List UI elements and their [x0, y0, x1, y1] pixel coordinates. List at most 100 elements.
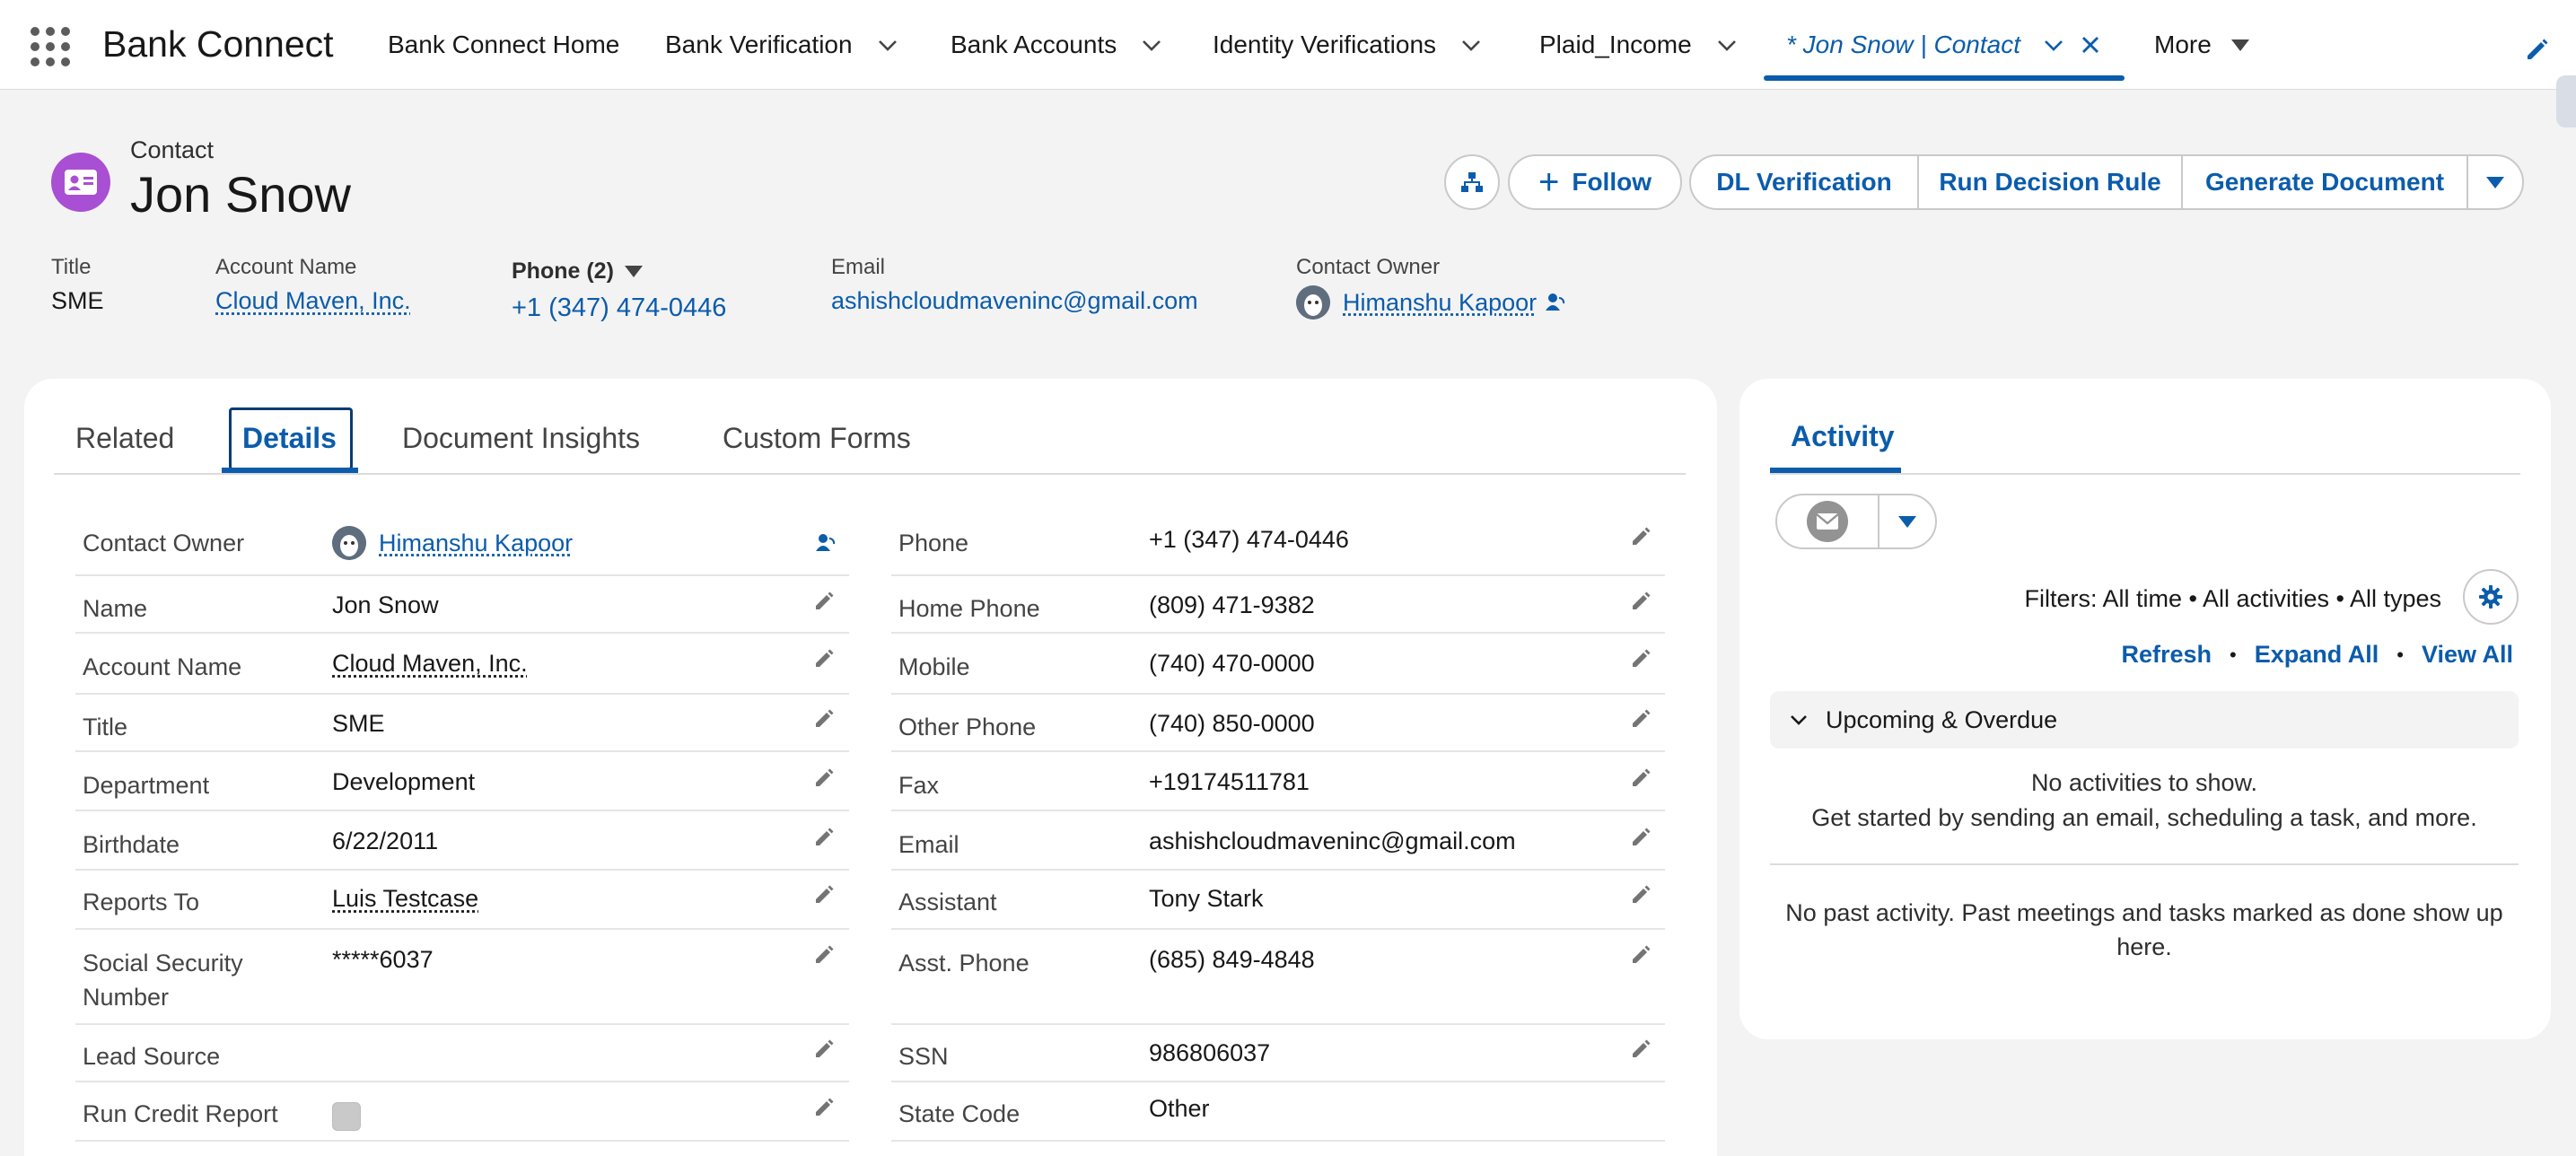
contact-owner-link[interactable]: Himanshu Kapoor [379, 530, 573, 557]
pencil-icon[interactable] [813, 589, 837, 612]
nav-item-bank-connect-home[interactable]: Bank Connect Home [388, 31, 619, 59]
row-divider [891, 869, 1665, 871]
nav-more[interactable]: More [2154, 31, 2249, 59]
pencil-icon[interactable] [1630, 706, 1653, 730]
field-label-phone: Phone [898, 530, 969, 556]
refresh-link[interactable]: Refresh [2121, 641, 2212, 669]
dl-verification-button[interactable]: DL Verification [1691, 156, 1919, 208]
field-label-home-phone: Home Phone [898, 595, 1040, 622]
pencil-icon[interactable] [1630, 882, 1653, 906]
highlight-phone-link[interactable]: +1 (347) 474-0446 [512, 293, 726, 323]
plus-icon: + [1538, 162, 1560, 202]
highlight-title-value: SME [51, 287, 104, 314]
field-value-email[interactable]: ashishcloudmaveninc@gmail.com [1149, 828, 1516, 855]
pencil-icon[interactable] [813, 825, 837, 848]
field-label-mobile: Mobile [898, 653, 970, 680]
pencil-icon[interactable] [1630, 1037, 1653, 1060]
field-value-phone[interactable]: +1 (347) 474-0446 [1149, 526, 1349, 554]
field-label-other-phone: Other Phone [898, 714, 1037, 740]
field-value-birthdate: 6/22/2011 [332, 828, 439, 854]
pencil-icon[interactable] [813, 1095, 837, 1118]
no-activities-text: No activities to show. [2030, 769, 2258, 796]
field-label-lead-source: Lead Source [83, 1043, 221, 1070]
tab-activity[interactable]: Activity [1791, 420, 1895, 453]
nav-item-identity-verifications[interactable]: Identity Verifications [1213, 31, 1483, 59]
highlight-phone-dropdown[interactable]: Phone (2) [512, 258, 643, 285]
nav-item-label: Bank Verification [665, 31, 853, 58]
edit-nav-icon[interactable] [2524, 36, 2551, 63]
app-launcher-icon[interactable] [31, 27, 70, 66]
view-hierarchy-button[interactable] [1444, 154, 1500, 210]
field-value-department: Development [332, 768, 476, 795]
email-button[interactable] [1777, 495, 1879, 547]
utility-panel-handle[interactable] [2556, 75, 2576, 127]
highlight-owner-link[interactable]: Himanshu Kapoor [1343, 289, 1537, 317]
chevron-down-icon[interactable] [2042, 33, 2065, 57]
more-actions-button[interactable] [2468, 156, 2522, 208]
hierarchy-icon [1461, 172, 1483, 192]
tab-document-insights[interactable]: Document Insights [402, 422, 640, 455]
close-icon[interactable] [2080, 34, 2101, 56]
field-value-home-phone[interactable]: (809) 471-9382 [1149, 591, 1315, 619]
row-divider [75, 1140, 849, 1142]
highlight-owner-label: Contact Owner [1296, 255, 1441, 279]
row-divider [891, 574, 1665, 576]
activity-settings-button[interactable] [2463, 569, 2519, 625]
field-value-other-phone[interactable]: (740) 850-0000 [1149, 710, 1315, 738]
pencil-icon[interactable] [813, 942, 837, 966]
chevron-down-icon[interactable] [876, 33, 899, 57]
field-label-run-credit-report: Run Credit Report [83, 1100, 278, 1127]
run-credit-report-checkbox[interactable] [332, 1102, 361, 1131]
tab-selected-indicator [222, 468, 358, 473]
chevron-down-icon[interactable] [1715, 33, 1739, 57]
nav-item-bank-verification[interactable]: Bank Verification [665, 31, 899, 59]
nav-item-label: Bank Accounts [951, 31, 1117, 58]
field-value-mobile[interactable]: (740) 470-0000 [1149, 650, 1315, 678]
view-all-link[interactable]: View All [2422, 641, 2513, 669]
change-owner-icon[interactable] [813, 531, 837, 555]
field-value-asst-phone[interactable]: (685) 849-4848 [1149, 946, 1315, 974]
run-decision-rule-button[interactable]: Run Decision Rule [1919, 156, 2183, 208]
generate-document-button[interactable]: Generate Document [2183, 156, 2468, 208]
chevron-down-icon[interactable] [1140, 33, 1163, 57]
pencil-icon[interactable] [1630, 766, 1653, 789]
tab-related[interactable]: Related [75, 422, 174, 455]
row-divider [891, 750, 1665, 752]
nav-item-bank-accounts[interactable]: Bank Accounts [951, 31, 1163, 59]
pencil-icon[interactable] [1630, 646, 1653, 670]
field-label-assistant: Assistant [898, 889, 997, 915]
app-name: Bank Connect [102, 23, 334, 65]
nav-item-label: Plaid_Income [1539, 31, 1692, 58]
chevron-down-icon[interactable] [1459, 33, 1483, 57]
pencil-icon[interactable] [813, 646, 837, 670]
change-owner-icon[interactable] [1544, 291, 1565, 314]
tab-custom-forms[interactable]: Custom Forms [723, 422, 911, 455]
highlight-account-link[interactable]: Cloud Maven, Inc. [215, 287, 411, 315]
pencil-icon[interactable] [813, 882, 837, 906]
follow-button[interactable]: + Follow [1508, 154, 1682, 210]
pencil-icon[interactable] [813, 766, 837, 789]
expand-all-link[interactable]: Expand All [2255, 641, 2379, 669]
field-value-reports-to[interactable]: Luis Testcase [332, 885, 478, 913]
pencil-icon[interactable] [1630, 942, 1653, 966]
pencil-icon[interactable] [1630, 589, 1653, 612]
highlight-account-label: Account Name [215, 255, 357, 279]
field-value-account-name[interactable]: Cloud Maven, Inc. [332, 650, 528, 678]
field-value-fax[interactable]: +19174511781 [1149, 768, 1310, 796]
pencil-icon[interactable] [1630, 524, 1653, 547]
nav-item-label: * Jon Snow | Contact [1786, 31, 2020, 58]
email-options-button[interactable] [1879, 495, 1935, 547]
avatar [1296, 285, 1330, 320]
row-divider [891, 693, 1665, 695]
row-divider [75, 810, 849, 811]
row-divider [75, 928, 849, 930]
details-card [24, 379, 1717, 1156]
upcoming-overdue-section-toggle[interactable]: Upcoming & Overdue [1770, 691, 2519, 749]
pencil-icon[interactable] [1630, 825, 1653, 848]
pencil-icon[interactable] [813, 1037, 837, 1060]
pencil-icon[interactable] [813, 706, 837, 730]
field-value-ssn: *****6037 [332, 946, 434, 973]
nav-item-plaid-income[interactable]: Plaid_Income [1539, 31, 1739, 59]
highlight-email-link[interactable]: ashishcloudmaveninc@gmail.com [831, 287, 1198, 315]
nav-tab-jon-snow-contact[interactable]: * Jon Snow | Contact [1786, 31, 2101, 59]
